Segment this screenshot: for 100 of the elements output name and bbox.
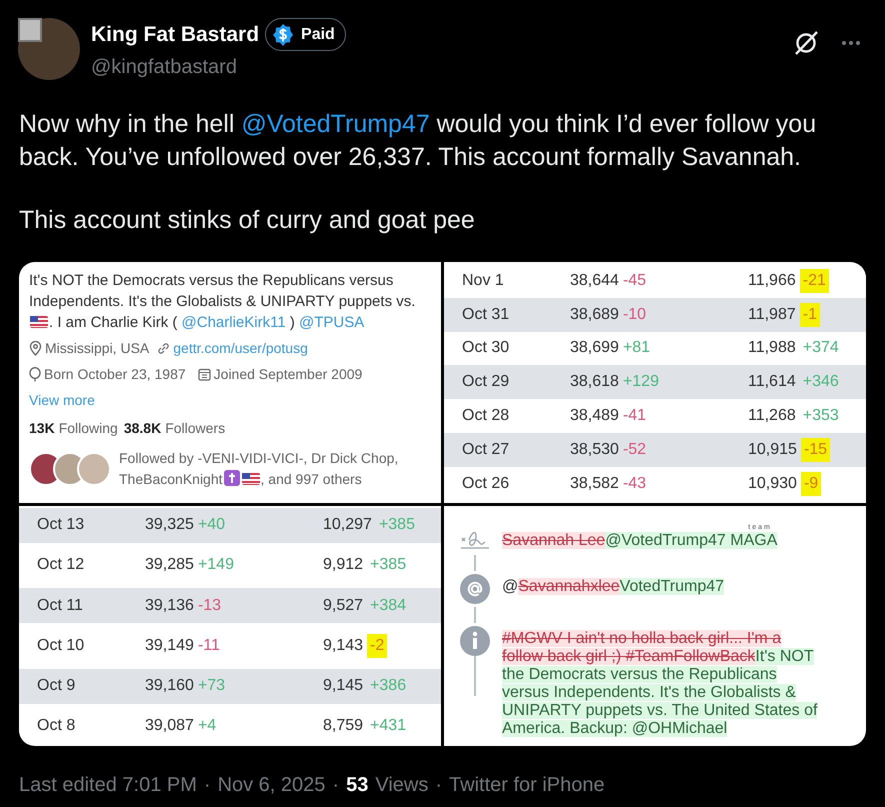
date-cell-text: Oct 31 (462, 304, 510, 325)
count-cell-text: 9,527 (323, 596, 364, 616)
followed-by-text: Followed by -VENI-VIDI-VICI-, Dr Dick Chop, TheBaconKnight , and 997 others (119, 449, 400, 489)
badge-label: Paid (301, 24, 335, 44)
birth-date-text: Born October 23, 1987 (44, 365, 186, 384)
count-cell-text: 8,759 (323, 716, 364, 736)
change-cell: -1 (800, 302, 820, 327)
followers-count: 38.8K (124, 419, 162, 438)
tweet-text: Now why in the hell @VotedTrump47 would you think I’d ever follow you back. You’ve unfollowed over 26,337. This account formally Savannah. (19, 109, 818, 173)
link-icon (157, 342, 170, 355)
count-cell-text: 11,268 (748, 406, 796, 426)
date-cell-text: Oct 26 (462, 474, 510, 494)
view-count: 53 (346, 773, 368, 798)
separator-text: · (204, 773, 211, 798)
change-cell: -9 (800, 472, 822, 496)
date-cell-text: Oct 30 (462, 338, 510, 358)
count-cell-text: 11,966 (748, 270, 796, 291)
change-cell-text: -43 (622, 474, 646, 494)
count-cell-text: 39,325 (145, 515, 194, 535)
count-cell-text: 39,136 (145, 596, 194, 616)
change-cell-text: +40 (198, 515, 226, 535)
date-cell-text: Oct 28 (462, 406, 510, 426)
bio-text: It's NOT the Democrats versus the Republicans versus Independents. It's the Globalists & UNIPARTY puppets vs. . I am Charlie Kirk ( @CharlieKirk11 ) @TPUSA (29, 271, 416, 333)
date-cell-text: Oct 12 (37, 555, 86, 576)
location-text: Mississippi, USA (45, 339, 150, 358)
date-cell-text: Oct 27 (462, 440, 510, 460)
change-cell: -15 (800, 438, 830, 462)
author-handle: @kingfatbastard (91, 55, 238, 80)
checkbox[interactable] (18, 18, 42, 42)
date-cell-text: Oct 10 (37, 636, 86, 656)
date-cell-text: Oct 13 (37, 515, 86, 535)
tweet-text: This account stinks of curry and goat pee (19, 205, 476, 236)
website-link[interactable]: gettr.com/user/potusg (173, 338, 308, 359)
change-cell-text: -52 (622, 440, 646, 460)
count-cell-text: 11,614 (748, 372, 796, 392)
mention-link[interactable]: @CharlieKirk11 (182, 314, 286, 331)
meta-text: Twitter for iPhone (449, 773, 605, 798)
count-cell-text: 38,644 (570, 270, 619, 291)
count-cell-text: 38,699 (570, 338, 619, 358)
flag-icon (30, 316, 48, 328)
change-cell: -21 (800, 268, 829, 293)
count-cell-text: 39,087 (145, 716, 194, 736)
count-cell-text: 10,297 (323, 515, 372, 535)
change-cell-text: +73 (198, 676, 226, 696)
followers-label[interactable]: Followers (165, 418, 226, 439)
history-text: @SavannahxleeVotedTrump47 (502, 576, 724, 596)
change-cell-text: +374 (802, 338, 840, 358)
date-cell-text: Oct 11 (37, 596, 84, 616)
count-cell-text: 39,285 (145, 555, 194, 576)
change-cell-text: -13 (198, 596, 222, 616)
count-cell-text: 38,530 (570, 440, 619, 460)
mention-link[interactable]: @VotedTrump47 (241, 110, 430, 138)
change-cell-text: -10 (622, 304, 646, 325)
meta-text: Nov 6, 2025 (218, 773, 326, 798)
change-cell-text: +149 (198, 555, 234, 576)
separator-text: · (435, 773, 442, 798)
cross-icon (224, 470, 240, 486)
date-cell-text: Oct 8 (37, 716, 76, 736)
following-label[interactable]: Following (58, 418, 118, 439)
calendar-icon (198, 368, 211, 381)
author-name[interactable]: King Fat Bastard (91, 18, 260, 50)
change-cell-text: +384 (369, 596, 408, 616)
count-cell-text: 11,987 (748, 304, 796, 325)
count-cell-text: 38,582 (570, 474, 619, 494)
change-cell-text: +385 (378, 515, 416, 535)
count-cell-text: 10,915 (748, 440, 797, 460)
at-sign-icon (460, 574, 490, 604)
change-cell-text: +346 (802, 372, 840, 392)
change-cell-text: -11 (198, 636, 220, 656)
date-cell-text: Nov 1 (462, 270, 505, 291)
count-cell-text: 11,988 (748, 338, 796, 358)
change-cell-text: +386 (369, 676, 408, 696)
meta-text: Last edited 7:01 PM (19, 773, 197, 798)
count-cell-text: 9,143 (323, 636, 364, 656)
count-cell-text: 10,930 (748, 474, 797, 494)
separator-text: · (332, 773, 340, 798)
change-cell-text: -41 (622, 406, 646, 426)
count-cell-text: 9,145 (323, 676, 364, 696)
meta-text: Views (375, 773, 428, 798)
more-icon[interactable] (841, 40, 861, 46)
count-cell-text: 38,689 (570, 304, 619, 325)
change-cell-text: +4 (198, 716, 216, 736)
join-date-text: Joined September 2009 (214, 365, 362, 384)
dollar-badge-icon (271, 22, 296, 46)
date-cell-text: Oct 29 (462, 372, 510, 392)
change-cell: -2 (367, 634, 388, 658)
mention-link[interactable]: @TPUSA (299, 314, 364, 331)
count-cell-text: 39,160 (145, 676, 194, 696)
count-cell-text: 38,489 (570, 406, 619, 426)
count-cell-text: 39,149 (145, 636, 194, 656)
balloon-icon (29, 367, 41, 382)
change-cell-text: +431 (369, 716, 408, 736)
count-cell-text: 38,618 (570, 372, 619, 392)
location-pin-icon (29, 341, 42, 356)
change-cell-text: +81 (622, 338, 650, 358)
flag-icon (242, 473, 260, 485)
history-text: #MGWV I ain't no holla back girl... I'm a follow back girl ;) #TeamFollowBackIt's NOT the Democrats versus the Republicans versus Independents. It's the Globalists & UNIPARTY puppets vs. The United States of America. Backup: @OHMichael (502, 628, 818, 738)
change-cell-text: +353 (802, 406, 840, 426)
view-more-link[interactable]: View more (29, 390, 95, 411)
info-icon (460, 626, 490, 656)
